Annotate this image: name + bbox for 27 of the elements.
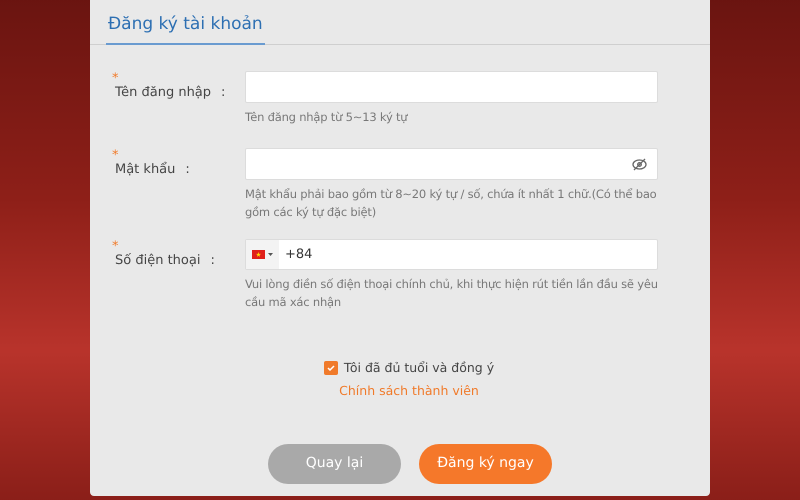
username-field[interactable] xyxy=(245,71,658,103)
field-label: Số điện thoại xyxy=(115,253,200,268)
register-button[interactable]: Đăng ký ngay xyxy=(419,444,552,484)
label-colon: : xyxy=(221,85,226,100)
password-field[interactable] xyxy=(245,148,658,180)
phone-field[interactable]: +84 xyxy=(245,239,658,270)
flag-icon xyxy=(252,250,265,259)
eye-slash-icon[interactable] xyxy=(632,158,647,170)
field-label: Mật khẩu xyxy=(115,162,176,177)
agree-label: Tôi đã đủ tuổi và đồng ý xyxy=(344,359,494,377)
member-policy-link[interactable]: Chính sách thành viên xyxy=(339,382,479,400)
required-mark: * xyxy=(112,72,118,85)
field-hint: Mật khẩu phải bao gồm từ 8~20 ký tự / số, chứa ít nhất 1 chữ.(Có thể bao gồm các ký tự đặc biệt) xyxy=(245,186,658,221)
panel-title: Đăng ký tài khoản xyxy=(106,12,265,45)
caret-icon xyxy=(268,253,273,256)
field-hint: Tên đăng nhập từ 5~13 ký tự xyxy=(245,109,409,126)
field-hint: Vui lòng điền số điện thoại chính chủ, khi thực hiện rút tiền lần đầu sẽ yêu cầu mã xác nhận xyxy=(245,276,658,311)
back-button[interactable]: Quay lại xyxy=(268,444,401,484)
check-icon xyxy=(326,365,335,372)
label-colon: : xyxy=(185,162,190,177)
required-mark: * xyxy=(112,240,118,253)
phone-input[interactable]: +84 xyxy=(285,244,657,264)
label-colon: : xyxy=(210,253,215,268)
country-selector[interactable] xyxy=(246,240,279,269)
required-mark: * xyxy=(112,149,118,162)
field-label: Tên đăng nhập xyxy=(115,85,212,100)
agree-checkbox[interactable] xyxy=(324,361,338,376)
